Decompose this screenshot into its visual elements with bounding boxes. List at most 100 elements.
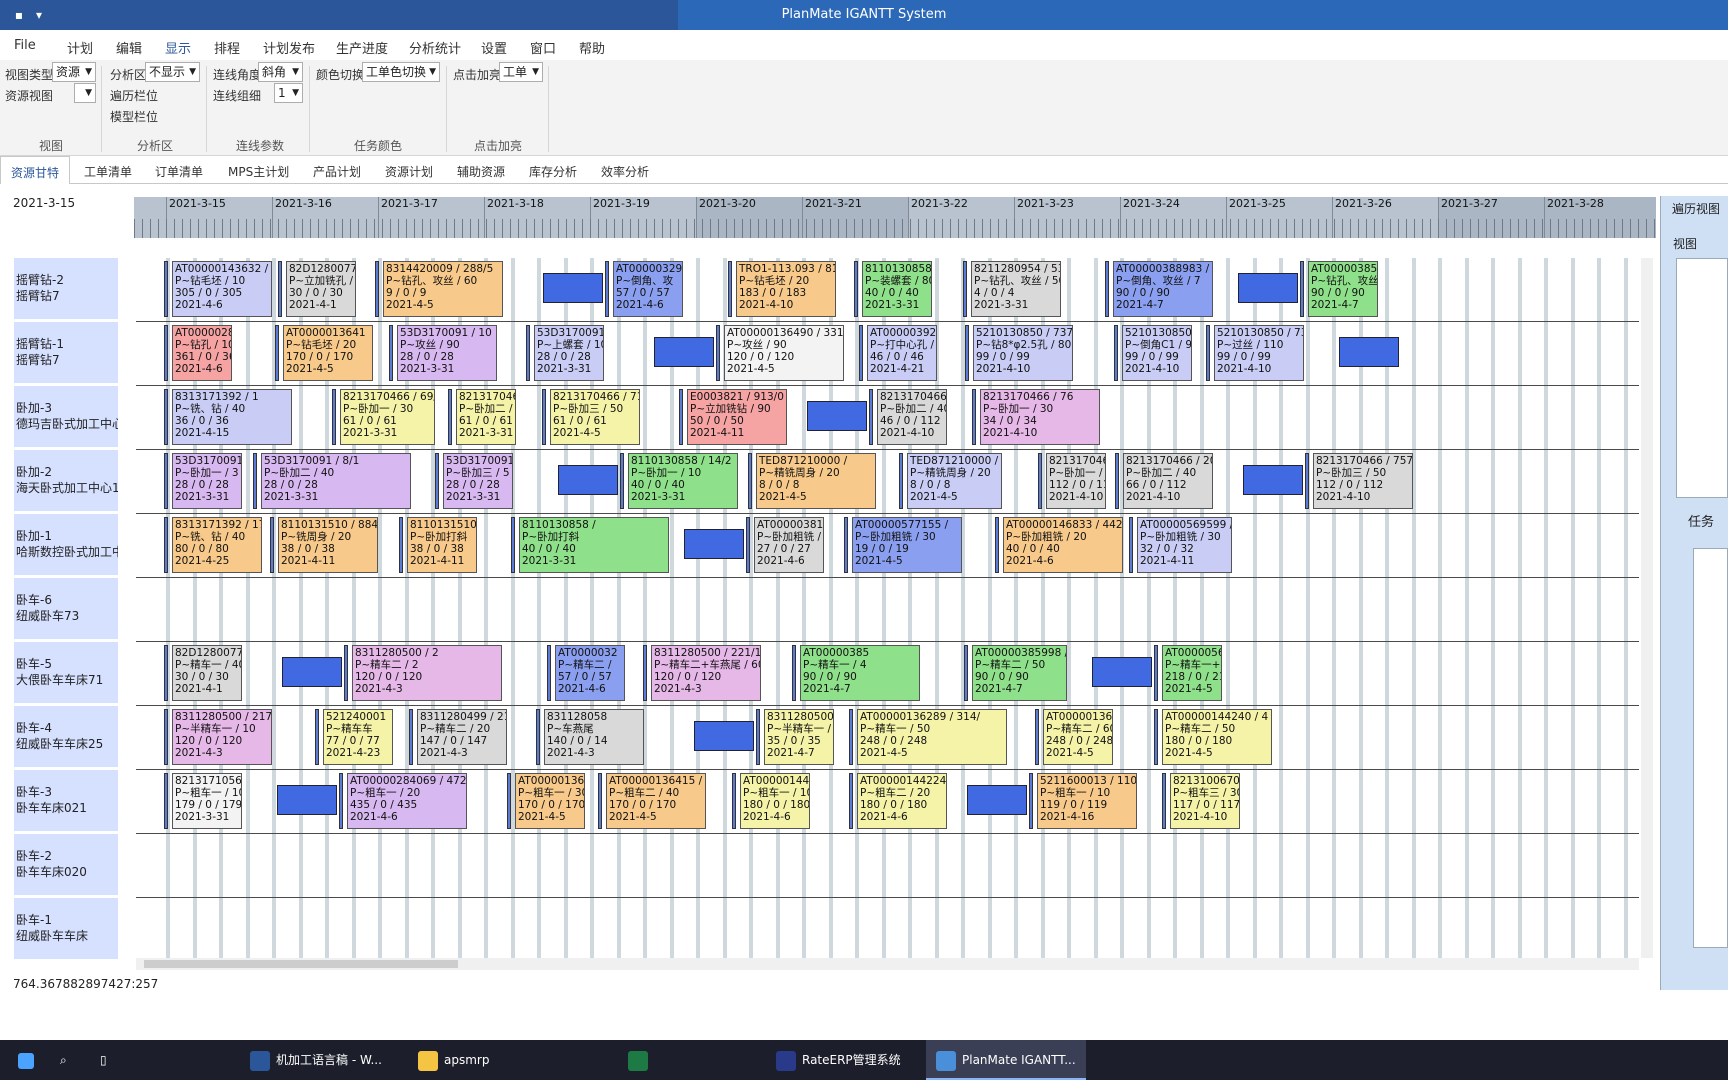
task-marker[interactable] xyxy=(964,645,968,701)
task-marker[interactable] xyxy=(542,389,546,445)
task-bar[interactable]: AT00000563375 / 351/2P~精车一+车燕尾 / 40218 /… xyxy=(1162,645,1222,701)
task-marker[interactable] xyxy=(164,325,168,381)
highlight-select[interactable]: 工单 ▼ xyxy=(499,62,543,82)
horizontal-scrollbar[interactable] xyxy=(136,958,1639,970)
task-marker[interactable] xyxy=(332,389,336,445)
task-bar[interactable]: 5210130850 / 739/6P~过丝 / 11099 / 0 / 992… xyxy=(1214,325,1304,381)
task-marker[interactable] xyxy=(605,261,609,317)
task-marker[interactable] xyxy=(1129,517,1133,573)
resource-label[interactable]: 卧车-3 卧车车床021 xyxy=(14,770,118,832)
task-marker[interactable] xyxy=(270,517,274,573)
task-marker[interactable] xyxy=(409,709,413,765)
task-bar[interactable]: AT00000136415 / 321/13P~粗车一 / 30170 / 0 … xyxy=(515,773,585,829)
taskbar-erp[interactable]: RateERP管理系统 xyxy=(776,1040,901,1080)
task-marker[interactable] xyxy=(859,325,863,381)
resource-label[interactable]: 卧加-3 德玛吉卧式加工中心 xyxy=(14,386,118,448)
task-bar[interactable]: AT00000136289 / 314/P~精车一 / 50 248 / 0 / … xyxy=(857,709,1007,765)
task-view-icon[interactable]: ▯ xyxy=(100,1040,107,1080)
task-bar[interactable]: 8213170466 / 76 P~卧加一 / 30 34 / 0 / 34 2021… xyxy=(980,389,1100,445)
task-bar[interactable]: AT00000388983 /P~倒角、攻丝 / 7 90 / 0 / 90 202… xyxy=(1113,261,1213,317)
idle-block[interactable] xyxy=(1092,657,1152,687)
idle-block[interactable] xyxy=(684,529,744,559)
task-bar[interactable]: 8311280500 / 217/10P~半精车一 / 10120 / 0 / … xyxy=(172,709,272,765)
task-bar[interactable]: AT00000385998 / 568/P~精车二 / 5090 / 0 / 9… xyxy=(972,645,1067,701)
menu-help[interactable]: 帮助 xyxy=(579,38,605,57)
side-panel-view-box[interactable] xyxy=(1676,258,1728,498)
task-bar[interactable]: 8313171392 / 1 P~铣、钻 / 40 36 / 0 / 36 2021-… xyxy=(172,389,292,445)
task-bar[interactable]: AT00000385 P~精车一 / 4 90 / 0 / 90 2021-4-7 xyxy=(800,645,920,701)
menu-window[interactable]: 窗口 xyxy=(530,38,556,57)
task-bar[interactable]: 8311280499 / 212/9P~精车二 / 20147 / 0 / 14… xyxy=(417,709,507,765)
analysis-select[interactable]: 不显示 ▼ xyxy=(145,62,200,82)
task-bar[interactable]: AT00000381793 / 459/P~卧加粗铣 / 2027 / 0 / … xyxy=(754,517,824,573)
menu-progress[interactable]: 生产进度 xyxy=(336,38,388,57)
task-bar[interactable]: AT000003291 P~倒角、攻 57 / 0 / 57 2021-4-6 xyxy=(613,261,683,317)
task-marker[interactable] xyxy=(849,709,853,765)
task-marker[interactable] xyxy=(435,453,439,509)
resource-label[interactable]: 卧车-1 纽威卧车车床 xyxy=(14,898,118,960)
resource-label[interactable]: 卧车-5 大偎卧车车床71 xyxy=(14,642,118,704)
task-marker[interactable] xyxy=(164,389,168,445)
task-marker[interactable] xyxy=(164,773,168,829)
vertical-scrollbar[interactable] xyxy=(1641,258,1653,958)
task-bar[interactable]: 8311280500 / 221/10 P~精车二+车燕尾 / 60 120 / 0… xyxy=(651,645,761,701)
task-marker[interactable] xyxy=(869,389,873,445)
task-marker[interactable] xyxy=(1300,261,1304,317)
idle-block[interactable] xyxy=(543,273,603,303)
idle-block[interactable] xyxy=(282,657,342,687)
task-marker[interactable] xyxy=(963,261,967,317)
task-bar[interactable]: 8213170466 / 71/12P~卧加三 / 5061 / 0 / 612… xyxy=(550,389,640,445)
task-bar[interactable]: 8213170466 / 2016/9P~卧加二 / 4066 / 0 / 11… xyxy=(1123,453,1213,509)
tab-mps[interactable]: MPS主计划 xyxy=(228,163,289,180)
task-marker[interactable] xyxy=(339,773,343,829)
task-marker[interactable] xyxy=(748,453,752,509)
task-marker[interactable] xyxy=(1105,261,1109,317)
resource-label[interactable]: 摇臂钻-2 摇臂钻7 xyxy=(14,258,118,320)
task-bar[interactable]: AT00000569599 / 900/15P~卧加粗铣 / 3032 / 0 … xyxy=(1137,517,1232,573)
task-marker[interactable] xyxy=(844,517,848,573)
idle-block[interactable] xyxy=(558,465,618,495)
task-bar[interactable]: TRO1-113.093 / 815/P~钻毛坯 / 20183 / 0 / 1… xyxy=(736,261,836,317)
task-marker[interactable] xyxy=(1035,709,1039,765)
menu-publish[interactable]: 计划发布 xyxy=(263,38,315,57)
task-bar[interactable]: 8314420009 / 288/5 P~钻孔、攻丝 / 60 9 / 0 / 92… xyxy=(383,261,503,317)
task-marker[interactable] xyxy=(732,773,736,829)
task-bar[interactable]: 82D1280077 / 83/1P~立加铣孔 / 6030 / 0 / 302… xyxy=(286,261,356,317)
task-bar[interactable]: AT00000136490 / 331/14P~攻丝 / 90120 / 0 /… xyxy=(724,325,844,381)
task-marker[interactable] xyxy=(344,645,348,701)
task-bar[interactable]: AT00000136415 / 322P~粗车二 / 40170 / 0 / 1… xyxy=(606,773,706,829)
task-marker[interactable] xyxy=(164,709,168,765)
task-marker[interactable] xyxy=(253,453,257,509)
task-bar[interactable]: 53D3170091 / 8/1 P~卧加二 / 40 28 / 0 / 28 202… xyxy=(261,453,411,509)
task-marker[interactable] xyxy=(164,517,168,573)
view-type-select[interactable]: 资源 ▼ xyxy=(52,62,96,82)
task-bar[interactable]: 8213170466 / 69/12P~卧加一 / 3061 / 0 / 612… xyxy=(340,389,435,445)
menu-settings[interactable]: 设置 xyxy=(481,38,507,57)
task-bar[interactable]: AT000003921 P~打中心孔 / 1 46 / 0 / 46 2021-4-2… xyxy=(867,325,937,381)
task-bar[interactable]: TED871210000 /P~精铣周身 / 20 8 / 0 / 8 2021-4… xyxy=(907,453,1002,509)
scroll-thumb[interactable] xyxy=(144,960,458,968)
task-bar[interactable]: AT00000284069 / 472/1 P~粗车一 / 20 435 / 0 /… xyxy=(347,773,467,829)
task-marker[interactable] xyxy=(164,261,168,317)
menu-edit[interactable]: 编辑 xyxy=(116,38,142,57)
idle-block[interactable] xyxy=(1243,465,1303,495)
task-marker[interactable] xyxy=(620,453,624,509)
resource-label[interactable]: 卧加-1 哈斯数控卧式加工中 xyxy=(14,514,118,576)
side-panel-title[interactable]: 遍历视图 xyxy=(1672,200,1720,217)
task-bar[interactable]: 8311280500 / 2 P~精车二 / 2 120 / 0 / 120 2021… xyxy=(352,645,502,701)
task-bar[interactable]: 8213171056 / 76/14P~粗车一 / 10179 / 0 / 17… xyxy=(172,773,242,829)
task-marker[interactable] xyxy=(899,453,903,509)
idle-block[interactable] xyxy=(1238,273,1298,303)
task-bar[interactable]: 8110131510 / 884/P~铣周身 / 20 38 / 0 / 38 20… xyxy=(278,517,378,573)
task-marker[interactable] xyxy=(1154,645,1158,701)
task-marker[interactable] xyxy=(679,389,683,445)
task-bar[interactable]: 8311280500 / 2P~半精车一 /35 / 0 / 352021-4-… xyxy=(764,709,834,765)
task-marker[interactable] xyxy=(792,645,796,701)
resource-label[interactable]: 卧车-2 卧车车床020 xyxy=(14,834,118,896)
task-marker[interactable] xyxy=(278,261,282,317)
task-marker[interactable] xyxy=(526,325,530,381)
task-marker[interactable] xyxy=(598,773,602,829)
task-marker[interactable] xyxy=(965,325,969,381)
tab-resource-plan[interactable]: 资源计划 xyxy=(385,163,433,180)
task-marker[interactable] xyxy=(1115,453,1119,509)
